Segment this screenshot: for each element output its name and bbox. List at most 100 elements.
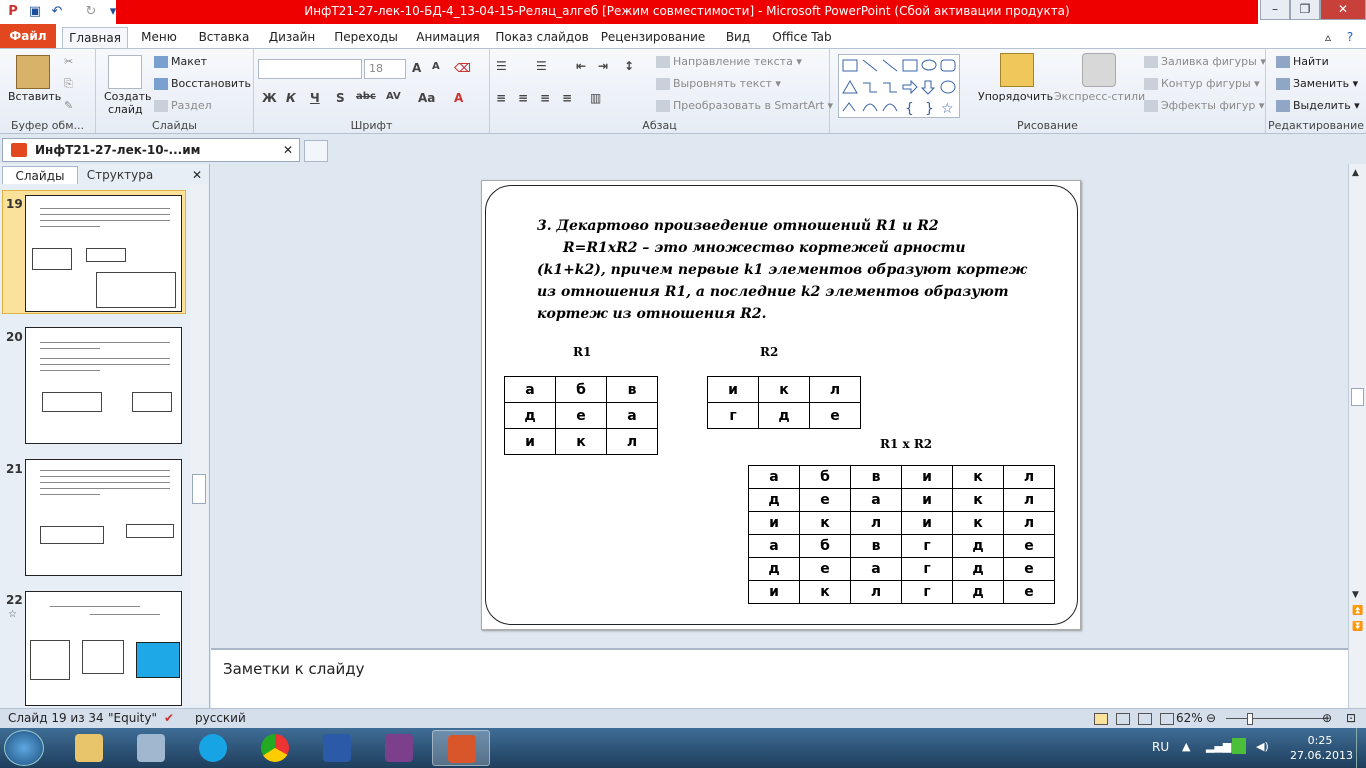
change-case-button[interactable]: Aa: [418, 91, 435, 105]
document-tab[interactable]: ИнфТ21-27-лек-10-...им совместимости] ✕: [2, 138, 300, 179]
document-tab-close-icon[interactable]: ✕: [283, 139, 293, 161]
tray-expand-icon[interactable]: ▲: [1182, 740, 1190, 753]
taskbar-photos[interactable]: [122, 730, 180, 766]
tray-app-icon[interactable]: [1232, 738, 1246, 754]
taskbar-skype[interactable]: [184, 730, 242, 766]
grow-font-icon[interactable]: A: [412, 61, 421, 75]
volume-icon[interactable]: ◀): [1256, 740, 1269, 753]
arrange-icon[interactable]: [1000, 53, 1034, 87]
italic-button[interactable]: К: [286, 91, 296, 105]
help-icon[interactable]: ?: [1340, 27, 1360, 48]
notes-pane[interactable]: Заметки к слайду: [211, 648, 1348, 708]
replace-button[interactable]: Заменить ▾: [1276, 77, 1358, 90]
numbering-icon[interactable]: ☰: [536, 59, 547, 73]
previous-slide-icon[interactable]: ⏫: [1352, 606, 1363, 616]
align-text-button[interactable]: Выровнять текст ▾: [656, 77, 781, 90]
minimize-button[interactable]: –: [1260, 0, 1290, 20]
char-spacing-button[interactable]: AV: [386, 91, 401, 102]
quick-styles-button[interactable]: Экспресс-стили: [1054, 90, 1145, 103]
undo-icon[interactable]: ↶: [48, 3, 66, 21]
decrease-indent-icon[interactable]: ⇤: [576, 59, 586, 73]
next-slide-icon[interactable]: ⏬: [1352, 622, 1363, 632]
language-indicator[interactable]: русский: [195, 711, 246, 725]
save-icon[interactable]: ▣: [26, 3, 44, 21]
keyboard-language[interactable]: RU: [1152, 740, 1169, 754]
zoom-in-icon[interactable]: ⊕: [1322, 711, 1332, 725]
taskbar-word[interactable]: [308, 730, 366, 766]
slide-scrollbar[interactable]: ▲ ▼ ⏫ ⏬: [1348, 164, 1366, 708]
panel-tab-outline[interactable]: Структура: [82, 166, 158, 184]
tab-review[interactable]: Рецензирование: [598, 27, 708, 48]
tab-animation[interactable]: Анимация: [410, 27, 486, 48]
taskbar-chrome[interactable]: [246, 730, 304, 766]
theme-name[interactable]: "Equity": [108, 711, 157, 725]
slides-panel-scroll-thumb[interactable]: [192, 474, 206, 504]
new-slide-button[interactable]: Создать: [104, 90, 152, 103]
zoom-slider-thumb[interactable]: [1247, 713, 1253, 725]
paste-icon[interactable]: [16, 55, 50, 89]
font-size-box[interactable]: 18: [364, 59, 406, 79]
slide-thumbnail-22[interactable]: [25, 591, 182, 706]
powerpoint-app-icon[interactable]: P: [4, 3, 22, 21]
shrink-font-icon[interactable]: A: [432, 61, 440, 72]
copy-icon[interactable]: ⎘: [64, 77, 73, 91]
close-button[interactable]: ✕: [1320, 0, 1366, 20]
increase-indent-icon[interactable]: ⇥: [598, 59, 608, 73]
columns-icon[interactable]: ▥: [590, 91, 601, 105]
paste-button[interactable]: Вставить: [8, 90, 61, 103]
slideshow-view-icon[interactable]: [1160, 713, 1174, 725]
slide-thumbnail-20[interactable]: [25, 327, 182, 444]
tab-home[interactable]: Главная: [62, 27, 128, 48]
tab-insert[interactable]: Вставка: [194, 27, 254, 48]
zoom-slider[interactable]: [1226, 718, 1326, 719]
tab-slideshow[interactable]: Показ слайдов: [494, 27, 590, 48]
redo-icon[interactable]: ↻: [82, 3, 100, 21]
slide-thumbnail-21[interactable]: [25, 459, 182, 576]
show-desktop-button[interactable]: [1356, 728, 1366, 768]
reading-view-icon[interactable]: [1138, 713, 1152, 725]
network-icon[interactable]: ▂▄▆: [1206, 740, 1231, 753]
bold-button[interactable]: Ж: [262, 91, 277, 105]
new-tab-icon[interactable]: [304, 140, 328, 162]
strikethrough-button[interactable]: abc: [356, 91, 376, 102]
tab-view[interactable]: Вид: [718, 27, 758, 48]
tray-clock[interactable]: 0:25 27.06.2013: [1290, 733, 1353, 763]
slide-thumbnail-19[interactable]: [25, 195, 182, 312]
justify-icon[interactable]: ≡: [562, 91, 572, 105]
tab-office-tab[interactable]: Office Tab: [768, 27, 836, 48]
tab-transitions[interactable]: Переходы: [330, 27, 402, 48]
reset-button[interactable]: Восстановить: [154, 77, 251, 90]
shape-effects-button[interactable]: Эффекты фигур ▾: [1144, 99, 1264, 112]
section-button[interactable]: Раздел: [154, 99, 212, 112]
new-slide-button-line2[interactable]: слайд: [108, 103, 143, 116]
new-slide-icon[interactable]: [108, 55, 142, 89]
taskbar-winrar[interactable]: [370, 730, 428, 766]
tab-menu[interactable]: Меню: [134, 27, 184, 48]
cut-icon[interactable]: ✂: [64, 55, 73, 68]
taskbar-powerpoint[interactable]: [432, 730, 490, 766]
align-right-icon[interactable]: ≡: [540, 91, 550, 105]
shadow-button[interactable]: S: [336, 91, 345, 105]
layout-button[interactable]: Макет: [154, 55, 207, 68]
slide-body-text[interactable]: 3. Декартово произведение отношений R1 и…: [537, 215, 1037, 325]
line-spacing-icon[interactable]: ↕: [624, 59, 634, 73]
fit-to-window-icon[interactable]: ⊡: [1346, 711, 1356, 725]
tab-design[interactable]: Дизайн: [262, 27, 322, 48]
slide-sorter-icon[interactable]: [1116, 713, 1130, 725]
ribbon-collapse-icon[interactable]: ▵: [1318, 27, 1338, 48]
shape-fill-button[interactable]: Заливка фигуры ▾: [1144, 55, 1266, 68]
underline-button[interactable]: Ч: [310, 91, 320, 105]
restore-button[interactable]: ❐: [1290, 0, 1320, 20]
scroll-up-icon[interactable]: ▲: [1352, 168, 1359, 178]
format-painter-icon[interactable]: ✎: [64, 99, 73, 112]
text-direction-button[interactable]: Направление текста ▾: [656, 55, 802, 68]
taskbar-explorer[interactable]: [60, 730, 118, 766]
panel-tab-slides[interactable]: Слайды: [2, 166, 78, 184]
select-button[interactable]: Выделить ▾: [1276, 99, 1360, 112]
slides-panel-scrollbar[interactable]: [190, 184, 208, 704]
scroll-down-icon[interactable]: ▼: [1352, 590, 1359, 600]
slide-scroll-thumb[interactable]: [1351, 388, 1364, 406]
spellcheck-icon[interactable]: ✔: [164, 711, 174, 725]
arrange-button[interactable]: Упорядочить: [978, 90, 1053, 103]
find-button[interactable]: Найти: [1276, 55, 1329, 68]
